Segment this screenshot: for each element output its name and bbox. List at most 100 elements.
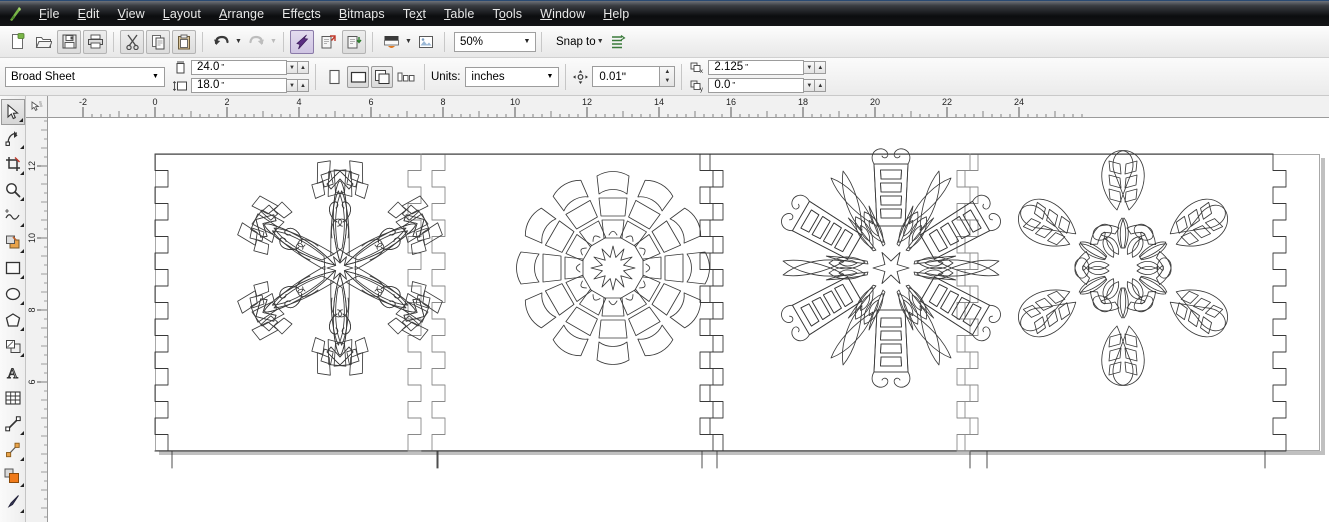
horizontal-ruler[interactable]: -2 0 2 4 6 8 10 12 14 16 18 20 22 24 <box>26 96 1329 119</box>
snap-to-dropdown-arrow-icon[interactable]: ▼ <box>596 32 605 52</box>
dimension-tool[interactable] <box>1 411 25 437</box>
save-document-button[interactable] <box>57 29 81 54</box>
property-bar-separator <box>565 63 567 90</box>
menu-item-tools[interactable]: Tools <box>483 4 531 25</box>
menu-item-bitmaps[interactable]: Bitmaps <box>330 4 394 25</box>
menu-item-edit[interactable]: Edit <box>69 4 109 25</box>
application-launcher-button[interactable] <box>379 30 403 54</box>
menu-item-layout[interactable]: Layout <box>154 4 210 25</box>
smart-fill-tool[interactable] <box>1 229 25 255</box>
print-document-button[interactable] <box>83 29 107 54</box>
redo-dropdown-arrow-icon[interactable]: ▼ <box>269 32 278 52</box>
flyout-arrow-icon[interactable] <box>19 145 24 149</box>
spin-up-icon[interactable]: ▲ <box>298 79 309 92</box>
page-height-spinner[interactable]: ▼ ▲ <box>287 79 309 92</box>
freehand-tool[interactable] <box>1 203 25 229</box>
polygon-tool[interactable] <box>1 307 25 333</box>
page-height-icon <box>172 79 188 93</box>
portrait-orientation-button[interactable] <box>323 66 345 88</box>
menu-item-text[interactable]: Text <box>394 4 435 25</box>
crop-tool[interactable] <box>1 151 25 177</box>
flyout-arrow-icon[interactable] <box>19 275 24 279</box>
ruler-corner-button[interactable] <box>26 96 48 118</box>
flyout-arrow-icon[interactable] <box>19 431 24 435</box>
flyout-arrow-icon[interactable] <box>19 249 24 253</box>
import-button[interactable] <box>290 29 314 54</box>
toolbar-separator <box>202 31 203 52</box>
spin-up-icon[interactable]: ▲ <box>815 61 827 74</box>
all-pages-button[interactable] <box>371 65 393 88</box>
chevron-down-icon[interactable]: ▼ <box>147 68 164 86</box>
menu-item-arrange[interactable]: Arrange <box>210 4 273 25</box>
page-width-field[interactable]: 24.0 " <box>191 60 287 75</box>
undo-dropdown-arrow-icon[interactable]: ▼ <box>234 32 243 52</box>
outline-tool[interactable] <box>1 489 25 515</box>
current-page-only-button[interactable] <box>395 66 417 88</box>
effects-tool[interactable] <box>1 333 25 359</box>
spin-up-icon[interactable]: ▲ <box>660 67 674 77</box>
duplicate-x-spinner[interactable]: ▼ ▲ <box>804 61 827 74</box>
vertical-ruler[interactable]: 12 10 8 6 <box>26 118 49 522</box>
menu-item-effects[interactable]: Effects <box>273 4 330 25</box>
drawing-canvas[interactable] <box>48 118 1329 522</box>
chevron-down-icon[interactable]: ▼ <box>541 68 558 86</box>
rectangle-tool[interactable] <box>1 255 25 281</box>
zoom-level-combobox[interactable]: 50% ▼ <box>454 31 536 52</box>
duplicate-distance-x-field[interactable]: 2.125 " <box>708 60 805 75</box>
menu-item-help[interactable]: Help <box>594 4 638 25</box>
export-button[interactable] <box>316 30 340 54</box>
table-tool[interactable] <box>1 385 25 411</box>
paper-type-combobox[interactable]: Broad Sheet ▼ <box>5 66 165 87</box>
publish-to-pdf-button[interactable] <box>342 29 366 54</box>
spin-up-icon[interactable]: ▲ <box>815 79 827 92</box>
spin-up-icon[interactable]: ▲ <box>298 61 309 74</box>
menu-item-view[interactable]: View <box>109 4 154 25</box>
flyout-arrow-icon[interactable] <box>19 353 24 357</box>
spin-down-icon[interactable]: ▼ <box>287 79 298 92</box>
spin-down-icon[interactable]: ▼ <box>804 79 816 92</box>
flyout-arrow-icon[interactable] <box>19 327 24 331</box>
launcher-dropdown-arrow-icon[interactable]: ▼ <box>404 32 413 52</box>
page-height-field[interactable]: 18.0 " <box>191 78 287 93</box>
redo-button[interactable] <box>244 30 268 54</box>
snowflake-panel-artwork[interactable] <box>48 118 1329 522</box>
duplicate-y-spinner[interactable]: ▼ ▲ <box>804 79 827 92</box>
landscape-orientation-button[interactable] <box>347 65 369 88</box>
spin-down-icon[interactable]: ▼ <box>660 77 674 87</box>
spin-down-icon[interactable]: ▼ <box>287 61 298 74</box>
pick-tool[interactable] <box>0 99 25 125</box>
nudge-offset-spinner[interactable]: ▲ ▼ <box>660 66 676 87</box>
flyout-arrow-icon[interactable] <box>19 223 24 227</box>
menu-item-table[interactable]: Table <box>435 4 483 25</box>
flyout-arrow-icon[interactable] <box>19 301 24 305</box>
spin-down-icon[interactable]: ▼ <box>804 61 816 74</box>
nudge-offset-field[interactable]: 0.01 " <box>592 66 661 87</box>
corel-connect-button[interactable] <box>414 30 438 54</box>
shape-tool[interactable] <box>1 125 25 151</box>
text-tool[interactable]: A <box>1 359 25 385</box>
paste-button[interactable] <box>172 29 196 54</box>
flyout-arrow-icon[interactable] <box>18 118 23 122</box>
units-combobox[interactable]: inches ▼ <box>465 66 560 87</box>
fill-tool[interactable] <box>1 463 25 489</box>
snap-to-label[interactable]: Snap to <box>556 36 596 48</box>
connector-tool[interactable] <box>1 437 25 463</box>
new-document-button[interactable] <box>5 30 29 54</box>
duplicate-distance-y-field[interactable]: 0.0 " <box>708 78 805 93</box>
zoom-tool[interactable] <box>1 177 25 203</box>
flyout-arrow-icon[interactable] <box>19 197 24 201</box>
options-button[interactable] <box>606 30 630 54</box>
flyout-arrow-icon[interactable] <box>19 457 24 461</box>
page-width-spinner[interactable]: ▼ ▲ <box>287 61 309 74</box>
copy-button[interactable] <box>146 29 170 54</box>
menu-item-window[interactable]: Window <box>531 4 594 25</box>
flyout-arrow-icon[interactable] <box>19 171 24 175</box>
flyout-arrow-icon[interactable] <box>19 509 24 513</box>
flyout-arrow-icon[interactable] <box>19 483 24 487</box>
undo-button[interactable] <box>209 30 233 54</box>
ellipse-tool[interactable] <box>1 281 25 307</box>
menu-item-file[interactable]: File <box>30 4 69 25</box>
chevron-down-icon[interactable]: ▼ <box>519 33 535 51</box>
cut-button[interactable] <box>120 29 144 54</box>
open-document-button[interactable] <box>31 30 55 54</box>
